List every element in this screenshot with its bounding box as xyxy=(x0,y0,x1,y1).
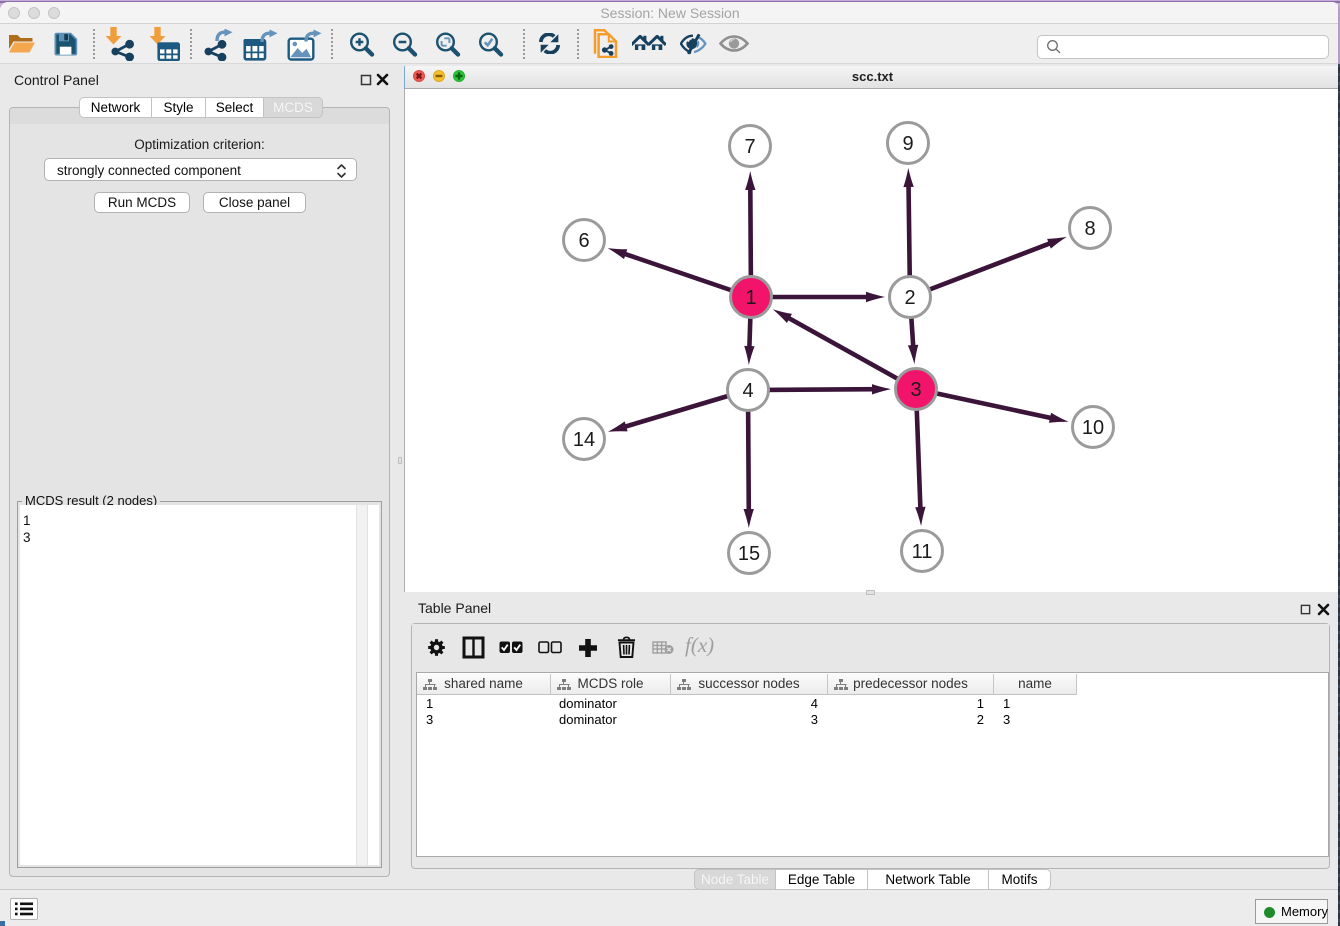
svg-text:3: 3 xyxy=(910,379,921,401)
svg-text:2: 2 xyxy=(904,287,915,309)
svg-text:1: 1 xyxy=(745,287,756,309)
svg-text:7: 7 xyxy=(744,136,755,158)
svg-text:9: 9 xyxy=(902,133,913,155)
svg-text:6: 6 xyxy=(578,230,589,252)
svg-text:11: 11 xyxy=(912,541,933,563)
svg-text:10: 10 xyxy=(1082,417,1104,439)
svg-text:15: 15 xyxy=(738,543,760,565)
svg-text:8: 8 xyxy=(1084,218,1095,240)
svg-text:14: 14 xyxy=(573,429,595,451)
svg-text:4: 4 xyxy=(742,380,753,402)
